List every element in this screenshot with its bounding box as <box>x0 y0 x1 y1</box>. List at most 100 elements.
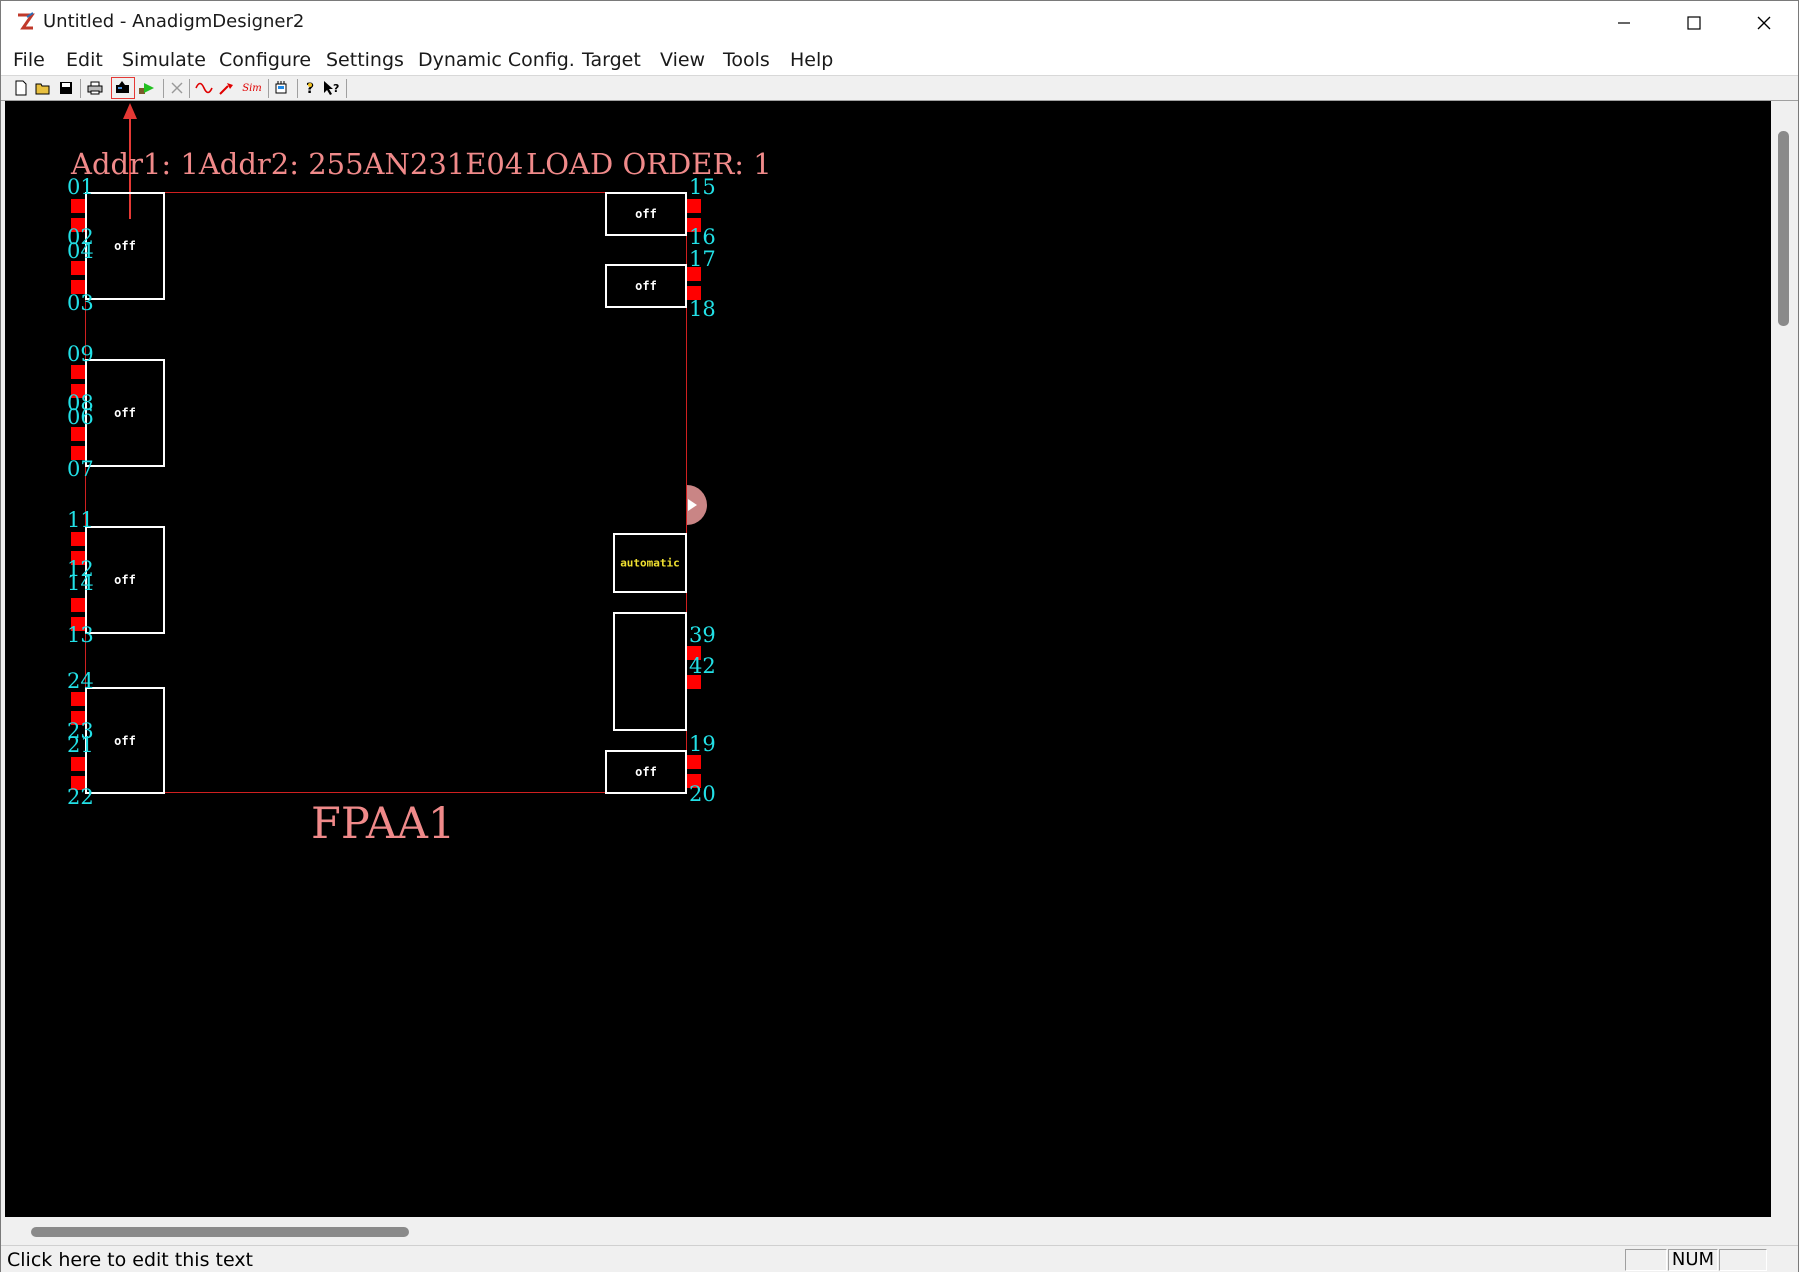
pin-number: 21 <box>67 733 94 757</box>
menu-help[interactable]: Help <box>790 49 833 71</box>
pin-pad[interactable] <box>71 532 85 546</box>
pin-number: 15 <box>689 175 716 199</box>
pin-pad[interactable] <box>71 757 85 771</box>
io-cell-1[interactable]: off <box>85 192 165 300</box>
run-button[interactable] <box>138 79 156 97</box>
help-question-icon: ? <box>306 81 314 96</box>
pin-pad[interactable] <box>71 365 85 379</box>
horizontal-scroll-thumb[interactable] <box>31 1227 409 1237</box>
toolbar: Sim ? ? <box>1 75 1798 101</box>
pin-pad[interactable] <box>71 261 85 275</box>
fpaa-load-order: LOAD ORDER: 1 <box>526 147 772 181</box>
pin-number: 03 <box>67 291 94 315</box>
window-title: Untitled - AnadigmDesigner2 <box>43 11 305 32</box>
toolbar-separator <box>346 79 347 98</box>
context-help-icon: ? <box>324 81 339 95</box>
sim-label: Sim <box>242 82 262 94</box>
expand-arrow-icon[interactable] <box>685 483 717 527</box>
vertical-scroll-thumb[interactable] <box>1778 131 1789 326</box>
menu-file[interactable]: File <box>13 49 45 71</box>
pin-pad[interactable] <box>71 598 85 612</box>
io-cell-2[interactable]: off <box>85 359 165 467</box>
signal-generator-button[interactable] <box>195 79 213 97</box>
menu-simulate[interactable]: Simulate <box>122 49 206 71</box>
pin-pad[interactable] <box>687 199 701 213</box>
pin-number: 04 <box>67 239 94 263</box>
pin-pad[interactable] <box>71 692 85 706</box>
menu-dynamic-config[interactable]: Dynamic Config. <box>418 49 575 71</box>
clock-cell[interactable]: automatic <box>613 533 687 593</box>
io-cell-7[interactable]: off <box>605 750 687 794</box>
pin-number: 14 <box>67 571 94 595</box>
new-file-button[interactable] <box>12 79 30 97</box>
maximize-icon <box>1687 16 1701 30</box>
oscilloscope-probe-button[interactable] <box>218 79 236 97</box>
pin-pad[interactable] <box>71 199 85 213</box>
sine-wave-icon <box>195 82 213 94</box>
design-canvas[interactable]: Addr1: 1Addr2: 255AN231E04 LOAD ORDER: 1… <box>5 101 1771 1217</box>
svg-text:?: ? <box>333 82 339 95</box>
output-cell[interactable] <box>613 612 687 731</box>
status-pane-scroll <box>1719 1249 1767 1271</box>
new-file-icon <box>15 80 27 96</box>
pin-pad[interactable] <box>687 755 701 769</box>
close-icon <box>1757 16 1771 30</box>
io-cell-6[interactable]: off <box>605 264 687 308</box>
status-text[interactable]: Click here to edit this text <box>7 1249 253 1271</box>
save-disk-icon <box>60 82 72 94</box>
menu-edit[interactable]: Edit <box>66 49 103 71</box>
pin-number: 20 <box>689 782 716 806</box>
pin-number: 09 <box>67 342 94 366</box>
fpaa-chip-outline[interactable] <box>85 192 687 793</box>
setup-button[interactable] <box>272 79 290 97</box>
io-cell-mode: off <box>114 239 136 253</box>
pin-number: 39 <box>689 623 716 647</box>
toolbar-separator <box>163 79 164 98</box>
minimize-button[interactable] <box>1589 1 1659 45</box>
io-cell-3[interactable]: off <box>85 526 165 634</box>
menu-settings[interactable]: Settings <box>326 49 404 71</box>
download-to-chip-button[interactable] <box>111 77 135 99</box>
print-button[interactable] <box>86 79 104 97</box>
status-bar: Click here to edit this text NUM <box>1 1245 1798 1272</box>
menu-target[interactable]: Target <box>582 49 641 71</box>
horizontal-scrollbar[interactable] <box>5 1217 1771 1245</box>
vertical-scrollbar[interactable] <box>1771 101 1796 1217</box>
io-cell-mode: off <box>114 406 136 420</box>
io-cell-mode: off <box>635 207 657 221</box>
chip-settings-icon <box>275 81 287 94</box>
menu-configure[interactable]: Configure <box>219 49 311 71</box>
status-pane-caps <box>1625 1249 1667 1271</box>
printer-icon <box>87 81 103 95</box>
toolbar-separator <box>189 79 190 98</box>
title-bar: Untitled - AnadigmDesigner2 <box>1 1 1798 45</box>
pin-number: 17 <box>689 247 716 271</box>
pin-number: 24 <box>67 669 94 693</box>
sim-button[interactable]: Sim <box>241 79 263 97</box>
pin-number: 01 <box>67 175 94 199</box>
anadigm-logo-icon <box>18 12 35 30</box>
io-cell-mode: off <box>114 733 136 748</box>
maximize-button[interactable] <box>1659 1 1729 45</box>
menu-view[interactable]: View <box>660 49 705 71</box>
pin-number: 06 <box>67 405 94 429</box>
close-button[interactable] <box>1729 1 1799 45</box>
pin-pad[interactable] <box>71 427 85 441</box>
pin-number: 19 <box>689 732 716 756</box>
save-file-button[interactable] <box>57 79 75 97</box>
fpaa-address-header: Addr1: 1Addr2: 255AN231E04 <box>71 147 524 181</box>
pin-number: 16 <box>689 225 716 249</box>
menu-tools[interactable]: Tools <box>723 49 770 71</box>
pin-number: 18 <box>689 297 716 321</box>
pin-number: 42 <box>689 654 716 678</box>
pin-number: 07 <box>67 457 94 481</box>
context-help-button[interactable]: ? <box>323 79 341 97</box>
fpaa-name: FPAA1 <box>311 799 456 849</box>
io-cell-4[interactable]: off <box>85 687 165 794</box>
pin-number: 22 <box>67 785 94 809</box>
io-cell-mode: off <box>635 765 657 779</box>
delete-button[interactable] <box>168 79 186 97</box>
io-cell-5[interactable]: off <box>605 192 687 236</box>
help-button[interactable]: ? <box>301 79 319 97</box>
open-file-button[interactable] <box>34 79 52 97</box>
